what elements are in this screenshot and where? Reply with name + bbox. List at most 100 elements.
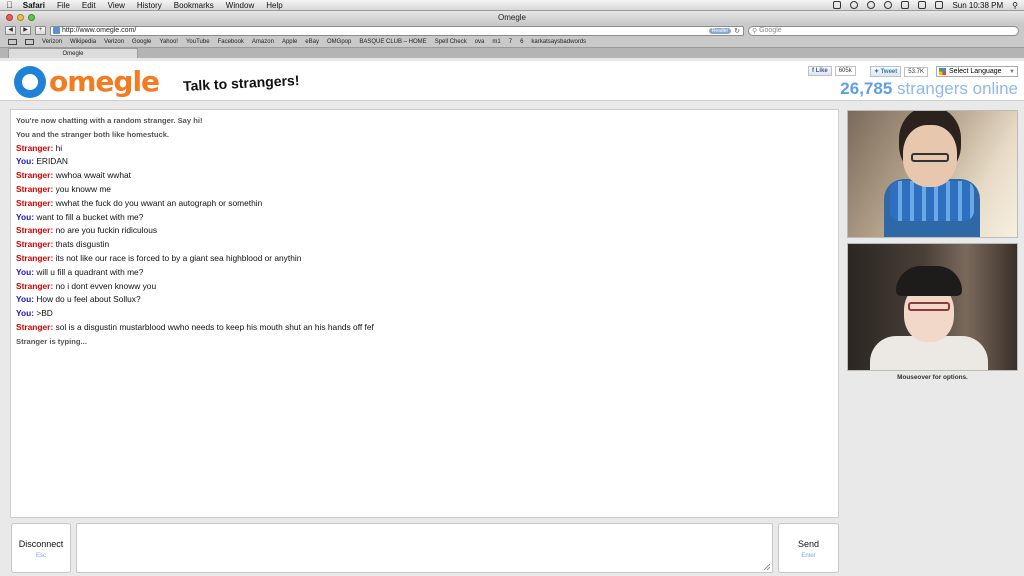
back-button[interactable]: ◀ (5, 26, 16, 35)
bookmark-item[interactable]: Amazon (252, 39, 274, 45)
google-translate-icon (939, 68, 946, 75)
stranger-message: Stranger: thats disgustin (16, 238, 833, 252)
you-label: You: (16, 308, 34, 319)
apple-menu-icon[interactable]:  (6, 0, 13, 10)
tab-bar: Omegle (0, 47, 1024, 58)
omegle-logo-icon (14, 65, 46, 98)
bookmark-item[interactable]: Facebook (218, 39, 244, 45)
menu-bookmarks[interactable]: Bookmarks (174, 1, 214, 10)
tab-omegle[interactable]: Omegle (8, 48, 138, 58)
bookmark-item[interactable]: BASQUE CLUB – HOME (359, 39, 426, 45)
stranger-message: Stranger: you knoww me (16, 183, 833, 197)
bookmark-item[interactable]: 7 (509, 39, 512, 45)
you-message: You: >BD (16, 307, 833, 321)
stranger-label: Stranger: (16, 170, 54, 181)
bookmark-item[interactable]: Spell Check (435, 39, 467, 45)
spotlight-icon[interactable]: ⚲ (1012, 1, 1018, 10)
bookmark-item[interactable]: Google (132, 39, 151, 45)
message-text: hi (55, 142, 63, 153)
search-field[interactable]: ⚲ Google (748, 25, 1019, 36)
stranger-label: Stranger: (16, 252, 54, 263)
reader-button[interactable]: Reader (708, 27, 732, 34)
tweet-button[interactable]: ✦ Tweet (870, 66, 902, 77)
stranger-scarf (890, 181, 974, 221)
bookmark-item[interactable]: Yahoo! (159, 39, 178, 45)
menu-edit[interactable]: Edit (82, 1, 96, 10)
disconnect-shortcut: Esc (35, 553, 46, 559)
menu-help[interactable]: Help (266, 1, 282, 10)
forward-button[interactable]: ▶ (20, 26, 31, 35)
message-text: ERIDAN (36, 156, 68, 167)
stranger-message: Stranger: its not like our race is force… (16, 252, 833, 266)
twitter-tweet: ✦ Tweet 53.7K (870, 66, 928, 77)
you-message: You: will u fill a quadrant with me? (16, 266, 833, 280)
site-header: omegle Talk to strangers! f Like 605k ✦ … (0, 61, 1024, 101)
message-text: no are you fuckin ridiculous (55, 225, 158, 236)
bookmark-item[interactable]: Wikipedia (70, 39, 96, 45)
disconnect-button[interactable]: Disconnect Esc (11, 523, 71, 573)
message-text: you knoww me (55, 183, 111, 194)
menu-history[interactable]: History (137, 1, 162, 10)
message-text: How do u feel about Sollux? (36, 294, 141, 305)
system-message: You and the stranger both like homestuck… (16, 129, 170, 139)
battery-icon[interactable] (918, 1, 927, 9)
bookmark-item[interactable]: 6 (520, 39, 523, 45)
status-app-icon[interactable] (833, 1, 842, 9)
bookmark-item[interactable]: eBay (305, 39, 319, 45)
you-message: You: want to fill a bucket with me? (16, 211, 833, 225)
stranger-label: Stranger: (16, 225, 54, 236)
language-select[interactable]: Select Language ▼ (936, 66, 1018, 77)
you-message: You: How do u feel about Sollux? (16, 293, 833, 307)
bookmark-item[interactable]: karkatsaysbadwords (531, 39, 586, 45)
address-url[interactable]: http://www.omegle.com/ (62, 27, 136, 34)
stranger-video[interactable] (847, 110, 1018, 238)
stranger-message: Stranger: hi (16, 142, 833, 156)
send-button[interactable]: Send Enter (778, 523, 839, 573)
message-text: no i dont evven knoww you (55, 280, 157, 291)
menu-safari[interactable]: Safari (23, 1, 45, 10)
message-input[interactable] (76, 523, 773, 573)
stranger-message: Stranger: wwhoa wwait wwhat (16, 169, 833, 183)
bluetooth-icon[interactable] (884, 1, 893, 9)
add-bookmark-button[interactable]: + (35, 26, 46, 35)
chat-log[interactable]: You're now chatting with a random strang… (10, 109, 839, 518)
bookmark-item[interactable]: Verizon (104, 39, 124, 45)
menu-view[interactable]: View (108, 1, 125, 10)
message-text: thats disgustin (55, 239, 110, 250)
facebook-like-button[interactable]: f Like (808, 66, 832, 76)
disconnect-label: Disconnect (18, 539, 64, 549)
stranger-message: Stranger: wwhat the fuck do you wwant an… (16, 197, 833, 211)
facebook-like-count: 605k (834, 66, 856, 76)
bookmark-item[interactable]: Verizon (42, 39, 62, 45)
bookmark-item[interactable]: ova (475, 39, 485, 45)
resize-handle-icon[interactable] (764, 564, 770, 570)
site-favicon-icon (53, 27, 60, 34)
reading-list-icon[interactable] (8, 39, 17, 45)
stranger-label: Stranger: (16, 239, 54, 250)
time-machine-icon[interactable] (867, 1, 876, 9)
address-bar[interactable]: http://www.omegle.com/ Reader ↻ (50, 25, 744, 36)
bookmark-item[interactable]: Apple (282, 39, 297, 45)
bookmark-item[interactable]: m1 (492, 39, 500, 45)
reload-icon[interactable]: ↻ (734, 27, 740, 35)
top-sites-icon[interactable] (25, 39, 34, 45)
sync-icon[interactable] (850, 1, 859, 9)
bookmark-item[interactable]: YouTube (186, 39, 210, 45)
stranger-label: Stranger: (16, 321, 54, 332)
menu-window[interactable]: Window (226, 1, 254, 10)
self-video[interactable] (847, 243, 1018, 371)
facebook-like-label: Like (815, 68, 828, 74)
menu-file[interactable]: File (57, 1, 70, 10)
message-text: wwhat the fuck do you wwant an autograph… (55, 197, 263, 208)
stranger-label: Stranger: (16, 280, 54, 291)
stranger-message: Stranger: no i dont evven knoww you (16, 280, 833, 294)
stranger-glasses (911, 153, 949, 162)
message-text: wwhoa wwait wwhat (55, 170, 131, 181)
language-select-label: Select Language (949, 68, 1002, 75)
menu-clock[interactable]: Sun 10:38 PM (952, 1, 1003, 10)
volume-icon[interactable] (935, 1, 944, 9)
omegle-logo[interactable]: omegle (14, 65, 160, 98)
wifi-icon[interactable] (901, 1, 910, 9)
bookmark-item[interactable]: OMGpop (327, 39, 351, 45)
window-title: Omegle (497, 13, 526, 22)
